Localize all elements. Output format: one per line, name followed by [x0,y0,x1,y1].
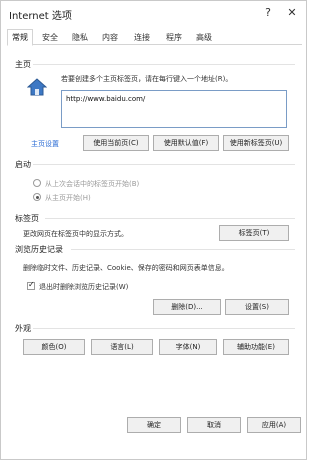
divider [45,218,295,219]
radio-last-session-label: 从上次会话中的标签页开始(B) [45,180,140,188]
tabs-button[interactable]: 标签页(T) [219,225,289,241]
homepage-url-field[interactable]: http://www.baidu.com/ [61,90,287,128]
homepage-url-value: http://www.baidu.com/ [66,95,146,103]
radio-start-homepage-label: 从主页开始(H) [45,194,91,202]
delete-history-button[interactable]: 删除(D)... [153,299,221,315]
fonts-button[interactable]: 字体(N) [159,339,217,355]
divider [71,249,295,250]
homepage-section-title: 主页 [15,60,31,69]
tab-connections[interactable]: 连接 [131,31,153,45]
delete-on-exit-label: 退出时删除浏览历史记录(W) [39,283,129,291]
close-icon[interactable]: ✕ [283,5,301,21]
use-new-tab-button[interactable]: 使用新标签页(U) [223,135,289,151]
internet-options-dialog: Internet 选项 ? ✕ 常规 安全 隐私 内容 连接 程序 高级 主页 … [0,0,307,460]
tab-programs[interactable]: 程序 [163,31,185,45]
use-current-button[interactable]: 使用当前页(C) [83,135,149,151]
tab-security[interactable]: 安全 [39,31,61,45]
tab-advanced[interactable]: 高级 [193,31,215,45]
help-icon[interactable]: ? [259,5,277,21]
delete-on-exit-checkbox[interactable] [27,280,35,290]
homepage-settings-link[interactable]: 主页设置 [31,139,59,149]
accessibility-button[interactable]: 辅助功能(E) [223,339,289,355]
colors-button[interactable]: 颜色(O) [23,339,85,355]
radio-start-homepage[interactable] [33,193,41,201]
tabs-description: 更改网页在标签页中的显示方式。 [23,230,128,238]
tab-privacy[interactable]: 隐私 [69,31,91,45]
house-icon [27,78,47,96]
appearance-section-title: 外观 [15,324,31,333]
divider [33,64,295,65]
tab-bar: 常规 安全 隐私 内容 连接 程序 高级 [7,29,302,46]
divider [33,328,295,329]
apply-button[interactable]: 应用(A) [247,417,301,433]
tab-content[interactable]: 内容 [99,31,121,45]
languages-button[interactable]: 语言(L) [91,339,153,355]
window-title: Internet 选项 [9,11,72,22]
divider [33,164,295,165]
use-default-button[interactable]: 使用默认值(F) [153,135,219,151]
startup-section-title: 启动 [15,160,31,169]
homepage-description: 若要创建多个主页标签页，请在每行键入一个地址(R)。 [61,75,233,83]
history-section-title: 浏览历史记录 [15,245,63,254]
tab-general[interactable]: 常规 [7,29,33,46]
ok-button[interactable]: 确定 [127,417,181,433]
title-bar: Internet 选项 ? ✕ [1,1,306,27]
history-description: 删除临时文件、历史记录、Cookie、保存的密码和网页表单信息。 [23,264,229,272]
radio-last-session[interactable] [33,179,41,187]
history-settings-button[interactable]: 设置(S) [225,299,289,315]
tabs-section-title: 标签页 [15,214,39,223]
cancel-button[interactable]: 取消 [187,417,241,433]
